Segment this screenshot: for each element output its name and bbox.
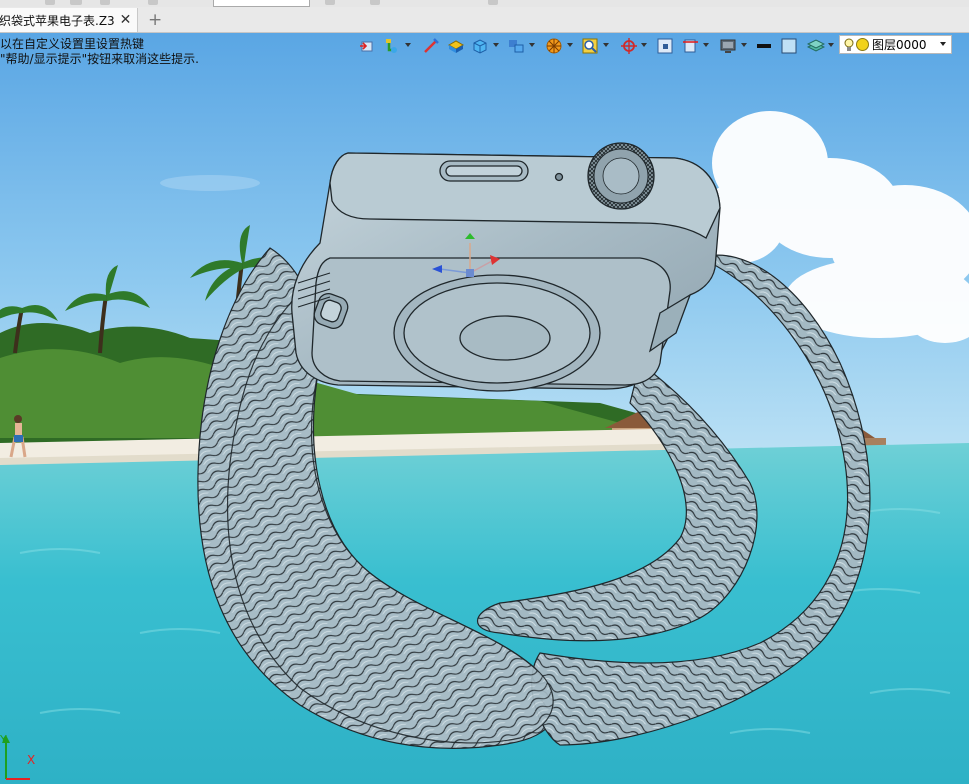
monitor-display-icon[interactable] — [719, 37, 737, 55]
hint-text: 以在自定义设置里设置热键 "帮助/显示提示"按钮来取消这些提示. — [0, 37, 199, 67]
close-icon[interactable]: ✕ — [120, 13, 132, 27]
display-options-dropdown-icon[interactable] — [567, 43, 573, 47]
render-mode-icon[interactable] — [383, 37, 401, 55]
standard-views-icon[interactable] — [471, 37, 489, 55]
window-layout-icon[interactable] — [656, 37, 674, 55]
monitor-display-dropdown-icon[interactable] — [741, 43, 747, 47]
rotate-icon[interactable] — [620, 37, 638, 55]
multi-view-icon[interactable] — [507, 37, 525, 55]
coordinate-triad: X Y — [0, 733, 35, 780]
display-options-icon[interactable] — [545, 37, 563, 55]
multi-view-dropdown-icon[interactable] — [529, 43, 535, 47]
face-color-icon[interactable] — [780, 37, 798, 55]
y-axis-label: Y — [0, 733, 7, 746]
hint-line-2: "帮助/显示提示"按钮来取消这些提示. — [0, 52, 199, 66]
layer-manager-icon[interactable] — [807, 37, 825, 55]
graphics-viewport[interactable]: 以在自定义设置里设置热键 "帮助/显示提示"按钮来取消这些提示. 图层0000 … — [0, 33, 969, 784]
view-transform-icon[interactable] — [359, 37, 377, 55]
layer-selector[interactable]: 图层0000 — [839, 35, 952, 54]
top-field-partial — [213, 0, 310, 7]
x-axis-label: X — [27, 753, 35, 767]
flat-shade-icon[interactable] — [447, 37, 465, 55]
line-color-icon[interactable] — [755, 37, 773, 55]
layer-color-dot-icon — [856, 38, 869, 51]
zoom-dropdown-icon[interactable] — [603, 43, 609, 47]
watch-body — [291, 142, 721, 392]
add-tab-button[interactable]: + — [148, 10, 162, 30]
pick-filter-icon[interactable] — [422, 37, 440, 55]
standard-views-dropdown-icon[interactable] — [493, 43, 499, 47]
dropdown-arrow-icon[interactable] — [940, 42, 946, 46]
rotate-dropdown-icon[interactable] — [641, 43, 647, 47]
document-tab-bar: 织袋式苹果电子表.Z3 ✕ + — [0, 7, 969, 33]
section-plane-dropdown-icon[interactable] — [703, 43, 709, 47]
section-plane-icon[interactable] — [682, 37, 700, 55]
bulb-icon[interactable] — [844, 38, 854, 52]
document-tab-title: 织袋式苹果电子表.Z3 — [0, 13, 115, 28]
hint-line-1: 以在自定义设置里设置热键 — [0, 37, 145, 51]
zoom-icon[interactable] — [581, 37, 599, 55]
layer-manager-dropdown-icon[interactable] — [828, 43, 834, 47]
document-tab[interactable]: 织袋式苹果电子表.Z3 ✕ — [0, 8, 138, 32]
current-layer-name: 图层0000 — [872, 38, 927, 52]
render-mode-dropdown-icon[interactable] — [405, 43, 411, 47]
scene-background-and-model — [0, 33, 969, 784]
